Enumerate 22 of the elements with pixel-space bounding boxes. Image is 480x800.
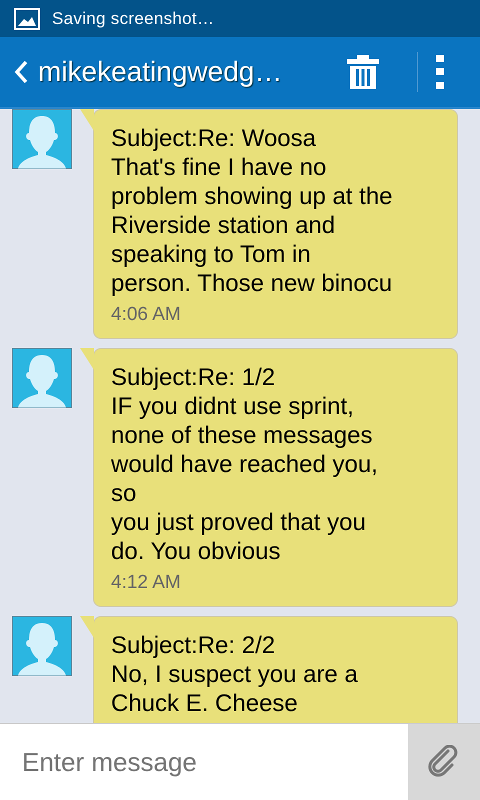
- notification-text: Saving screenshot…: [52, 8, 214, 28]
- message-subject: Subject:Re: 2/2: [111, 631, 276, 660]
- message-time: 4:06 AM: [111, 304, 182, 326]
- message-field[interactable]: Enter message: [0, 723, 408, 800]
- message-text: That's fine I have no problem showing up at the Riverside station and speaking to Tom in person. Those new binocu: [111, 153, 394, 298]
- avatar: [12, 109, 72, 169]
- avatar: [12, 616, 72, 676]
- message-time: 4:12 AM: [111, 572, 182, 594]
- paperclip-icon: [428, 745, 460, 779]
- menu-button[interactable]: [436, 55, 444, 89]
- delete-button[interactable]: [347, 55, 379, 89]
- message-subject: Subject:Re: Woosa: [111, 124, 317, 153]
- conversation-title: mikekeatingwedg…: [38, 56, 284, 88]
- attach-button[interactable]: [408, 723, 480, 800]
- picture-icon: [14, 8, 40, 30]
- back-icon: [14, 60, 28, 84]
- message-text: No, I suspect you are a Chuck E. Cheese: [111, 660, 359, 718]
- avatar: [12, 348, 72, 408]
- more-icon: [436, 55, 444, 89]
- message-text: IF you didnt use sprint, none of these messages would have reached you, so you just proved that you do. You obvious: [111, 392, 379, 566]
- trash-icon: [347, 55, 379, 89]
- message-subject: Subject:Re: 1/2: [111, 363, 276, 392]
